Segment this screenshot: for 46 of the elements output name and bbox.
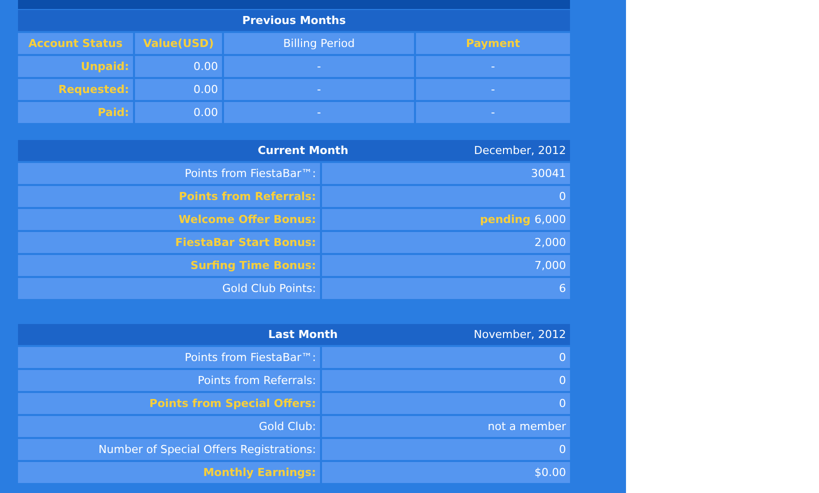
table-cell: 0 [322, 186, 570, 207]
column-header: Payment [416, 33, 570, 54]
row-label: Number of Special Offers Registrations: [18, 439, 320, 460]
table-cell: 0 [322, 393, 570, 414]
row-label: Monthly Earnings: [18, 462, 320, 483]
table-title: Current Month [258, 143, 348, 159]
row-label: Surfing Time Bonus: [18, 255, 320, 276]
status-label: Paid: [18, 102, 133, 123]
table-title: Last Month [268, 327, 338, 343]
table-cell: 0 [322, 439, 570, 460]
table-cell: 0 [322, 347, 570, 368]
table-cell: not a member [322, 416, 570, 437]
period-label: December, 2012 [472, 143, 566, 159]
table-cell: - [224, 102, 414, 123]
column-header: Account Status [18, 33, 133, 54]
table-cell: - [416, 79, 570, 100]
table-cell: 0 [322, 370, 570, 391]
table-cell: 6 [322, 278, 570, 299]
row-label: Gold Club Points: [18, 278, 320, 299]
table-cell: - [416, 102, 570, 123]
column-header: Billing Period [224, 33, 414, 54]
table-cell: - [224, 56, 414, 77]
row-label: Points from Special Offers: [18, 393, 320, 414]
table-cell: 0.00 [135, 56, 222, 77]
row-label: Welcome Offer Bonus: [18, 209, 320, 230]
table-cell: - [224, 79, 414, 100]
row-label: Points from FiestaBar™: [18, 163, 320, 184]
table-cell: 7,000 [322, 255, 570, 276]
table-cell: - [416, 56, 570, 77]
row-label: FiestaBar Start Bonus: [18, 232, 320, 253]
period-label: November, 2012 [472, 327, 566, 343]
value-text: 6,000 [534, 213, 566, 226]
table-cell: $0.00 [322, 462, 570, 483]
table-cell: 0.00 [135, 102, 222, 123]
column-header: Value(USD) [135, 33, 222, 54]
status-label: Requested: [18, 79, 133, 100]
table-cell: 0.00 [135, 79, 222, 100]
table-cell: 30041 [322, 163, 570, 184]
row-label: Gold Club: [18, 416, 320, 437]
row-label: Points from FiestaBar™: [18, 347, 320, 368]
status-label: Unpaid: [18, 56, 133, 77]
table-cell: 2,000 [322, 232, 570, 253]
table-title: Previous Months [18, 10, 570, 31]
row-label: Points from Referrals: [18, 186, 320, 207]
status-note: pending [480, 213, 530, 226]
row-label: Points from Referrals: [18, 370, 320, 391]
